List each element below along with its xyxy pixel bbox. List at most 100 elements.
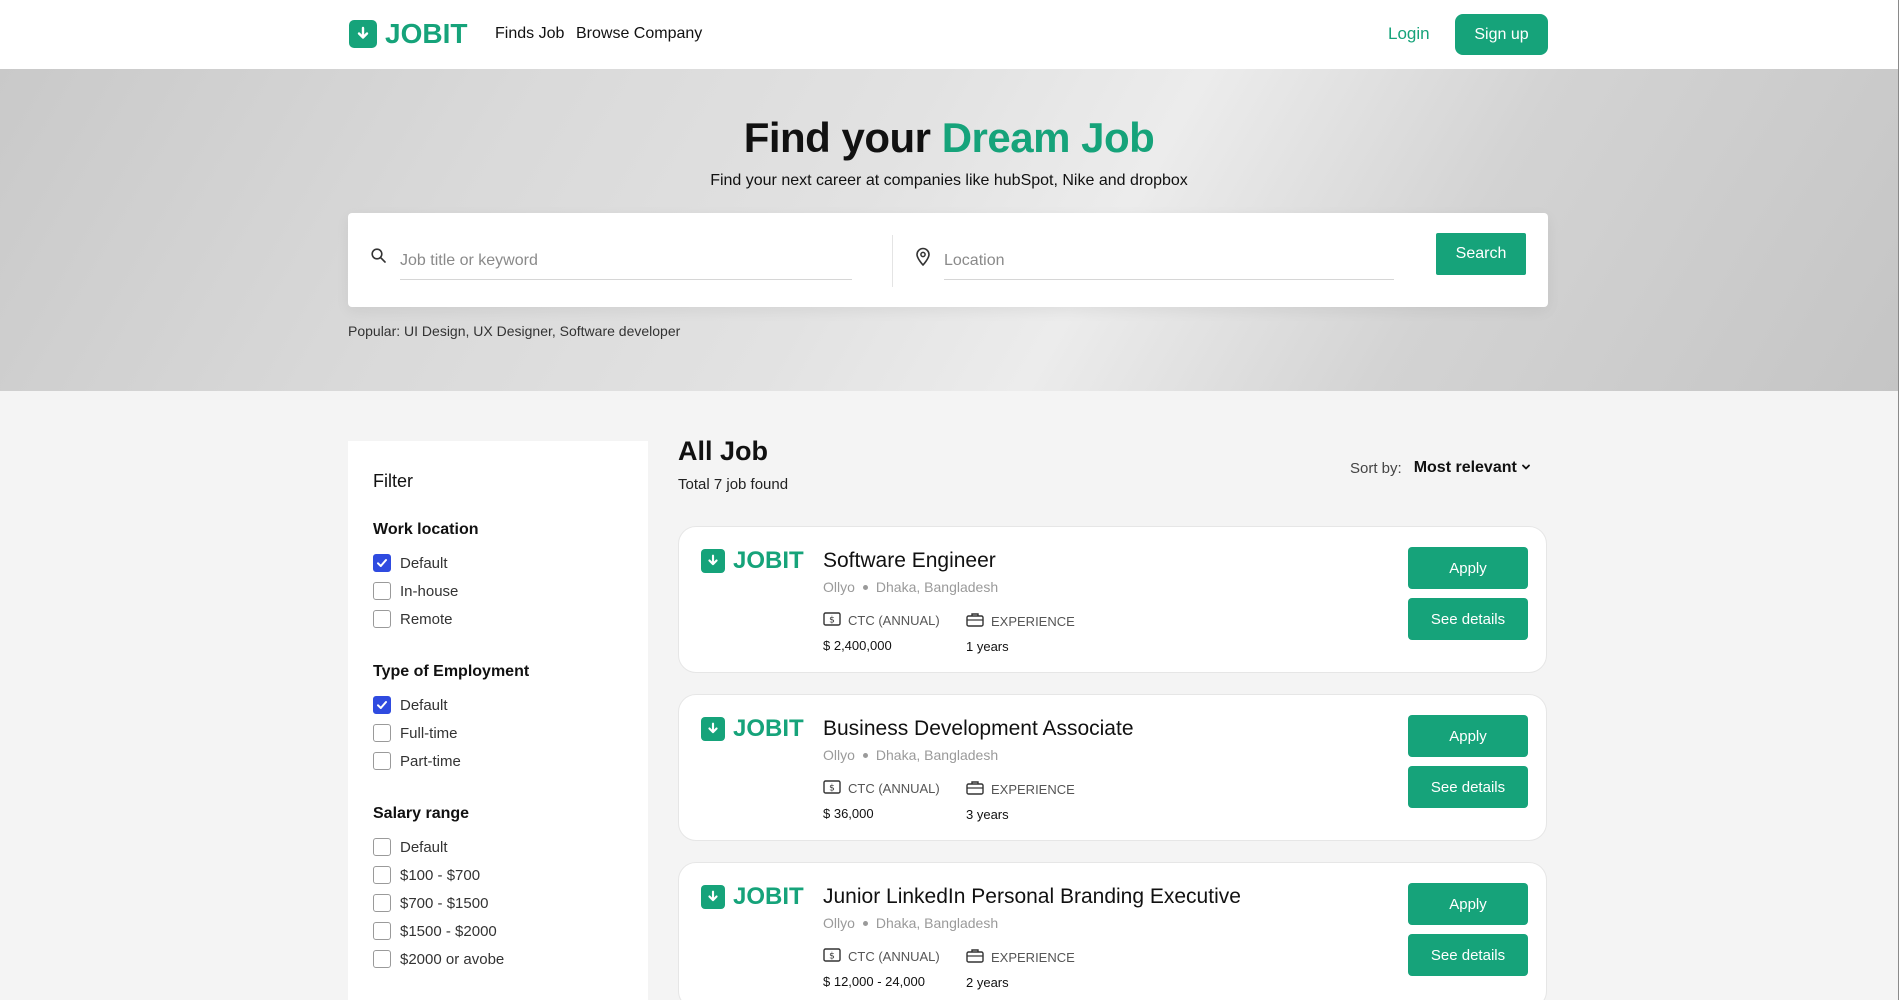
filter-option-full-time[interactable]: Full-time — [373, 724, 458, 742]
experience-stat: EXPERIENCE 3 years — [966, 780, 1075, 822]
ctc-value: $ 2,400,000 — [823, 638, 892, 653]
company-logo: JOBIT — [701, 883, 804, 911]
see-details-button[interactable]: See details — [1408, 766, 1528, 808]
option-label: Full-time — [400, 724, 458, 742]
checkbox-checked-icon[interactable] — [373, 696, 391, 714]
job-meta: Ollyo Dhaka, Bangladesh — [823, 579, 998, 595]
option-label: Default — [400, 554, 448, 572]
experience-stat: EXPERIENCE 2 years — [966, 948, 1075, 990]
job-card[interactable]: JOBIT Junior LinkedIn Personal Branding … — [678, 862, 1547, 1000]
ctc-label: CTC (ANNUAL) — [848, 613, 940, 628]
filter-option-salary-default[interactable]: Default — [373, 838, 448, 856]
see-details-button[interactable]: See details — [1408, 934, 1528, 976]
checkbox-icon[interactable] — [373, 582, 391, 600]
filter-option-salary-100-700[interactable]: $100 - $700 — [373, 866, 480, 884]
search-button[interactable]: Search — [1436, 233, 1526, 275]
filter-option-employment-default[interactable]: Default — [373, 696, 448, 714]
filter-option-salary-2000-plus[interactable]: $2000 or avobe — [373, 950, 504, 968]
checkbox-icon[interactable] — [373, 950, 391, 968]
see-details-button[interactable]: See details — [1408, 598, 1528, 640]
separator-dot — [862, 752, 868, 758]
sort-control[interactable]: Sort by: Most relevant — [1350, 459, 1531, 477]
checkbox-icon[interactable] — [373, 838, 391, 856]
option-label: Remote — [400, 610, 453, 628]
briefcase-icon — [966, 780, 984, 798]
sort-value: Most relevant — [1413, 459, 1517, 476]
job-meta: Ollyo Dhaka, Bangladesh — [823, 915, 998, 931]
checkbox-icon[interactable] — [373, 610, 391, 628]
option-label: Default — [400, 696, 448, 714]
brand-name: JOBIT — [385, 18, 468, 49]
job-title[interactable]: Junior LinkedIn Personal Branding Execut… — [823, 885, 1241, 909]
chevron-down-icon — [1521, 459, 1531, 477]
option-label: $2000 or avobe — [400, 950, 505, 968]
job-location: Dhaka, Bangladesh — [875, 579, 999, 595]
filter-group-work-location: Work location — [373, 521, 479, 538]
ctc-value: $ 36,000 — [823, 806, 874, 821]
keyword-input[interactable] — [400, 243, 852, 279]
filter-option-salary-1500-2000[interactable]: $1500 - $2000 — [373, 922, 497, 940]
location-pin-icon — [914, 247, 932, 272]
option-label: $100 - $700 — [400, 866, 481, 884]
hero-section: Find your Dream Job Find your next caree… — [0, 69, 1898, 391]
job-card[interactable]: JOBIT Business Development Associate Oll… — [678, 694, 1547, 841]
logo-icon — [349, 20, 377, 48]
option-label: In-house — [400, 582, 459, 600]
checkbox-icon[interactable] — [373, 724, 391, 742]
company-name: Ollyo — [823, 579, 855, 595]
filter-option-work-default[interactable]: Default — [373, 554, 448, 572]
checkbox-icon[interactable] — [373, 922, 391, 940]
apply-button[interactable]: Apply — [1408, 715, 1528, 757]
sort-dropdown[interactable]: Most relevant — [1414, 459, 1531, 477]
ctc-label: CTC (ANNUAL) — [848, 781, 940, 796]
logo-icon — [701, 717, 725, 741]
filter-option-remote[interactable]: Remote — [373, 610, 453, 628]
job-title[interactable]: Business Development Associate — [823, 717, 1134, 741]
option-label: Default — [400, 838, 448, 856]
option-label: $700 - $1500 — [400, 894, 489, 912]
separator-dot — [862, 584, 868, 590]
money-icon: $ — [823, 612, 841, 629]
brand-logo[interactable]: JOBIT — [349, 18, 467, 50]
apply-button[interactable]: Apply — [1408, 883, 1528, 925]
job-location: Dhaka, Bangladesh — [875, 915, 999, 931]
search-bar: Search — [348, 213, 1548, 307]
jobs-count: Total 7 job found — [678, 476, 789, 493]
checkbox-icon[interactable] — [373, 894, 391, 912]
job-title[interactable]: Software Engineer — [823, 549, 996, 573]
nav-browse-company[interactable]: Browse Company — [576, 25, 702, 43]
checkbox-icon[interactable] — [373, 752, 391, 770]
keyword-field — [400, 243, 852, 280]
location-input[interactable] — [944, 243, 1394, 279]
svg-text:$: $ — [829, 784, 835, 794]
checkbox-checked-icon[interactable] — [373, 554, 391, 572]
location-field — [944, 243, 1394, 280]
experience-stat: EXPERIENCE 1 years — [966, 612, 1075, 654]
company-name: Ollyo — [823, 747, 855, 763]
option-label: $1500 - $2000 — [400, 922, 497, 940]
signup-button[interactable]: Sign up — [1455, 14, 1548, 55]
experience-label: EXPERIENCE — [991, 613, 1075, 629]
nav-finds-job[interactable]: Finds Job — [495, 25, 564, 43]
hero-title: Find your Dream Job — [0, 114, 1898, 162]
svg-text:$: $ — [829, 952, 835, 962]
company-logo: JOBIT — [701, 715, 804, 743]
job-card[interactable]: JOBIT Software Engineer Ollyo Dhaka, Ban… — [678, 526, 1547, 673]
login-link[interactable]: Login — [1388, 24, 1430, 44]
popular-searches: Popular: UI Design, UX Designer, Softwar… — [348, 323, 681, 339]
job-location: Dhaka, Bangladesh — [875, 747, 999, 763]
experience-value: 2 years — [966, 975, 1009, 990]
filter-option-in-house[interactable]: In-house — [373, 582, 458, 600]
experience-label: EXPERIENCE — [991, 949, 1075, 965]
filter-option-salary-700-1500[interactable]: $700 - $1500 — [373, 894, 488, 912]
company-name: Ollyo — [823, 915, 855, 931]
checkbox-icon[interactable] — [373, 866, 391, 884]
ctc-value: $ 12,000 - 24,000 — [823, 974, 925, 989]
apply-button[interactable]: Apply — [1408, 547, 1528, 589]
money-icon: $ — [823, 780, 841, 797]
logo-icon — [701, 885, 725, 909]
hero-subtitle: Find your next career at companies like … — [710, 172, 1188, 189]
filter-option-part-time[interactable]: Part-time — [373, 752, 461, 770]
logo-icon — [701, 549, 725, 573]
money-icon: $ — [823, 948, 841, 965]
